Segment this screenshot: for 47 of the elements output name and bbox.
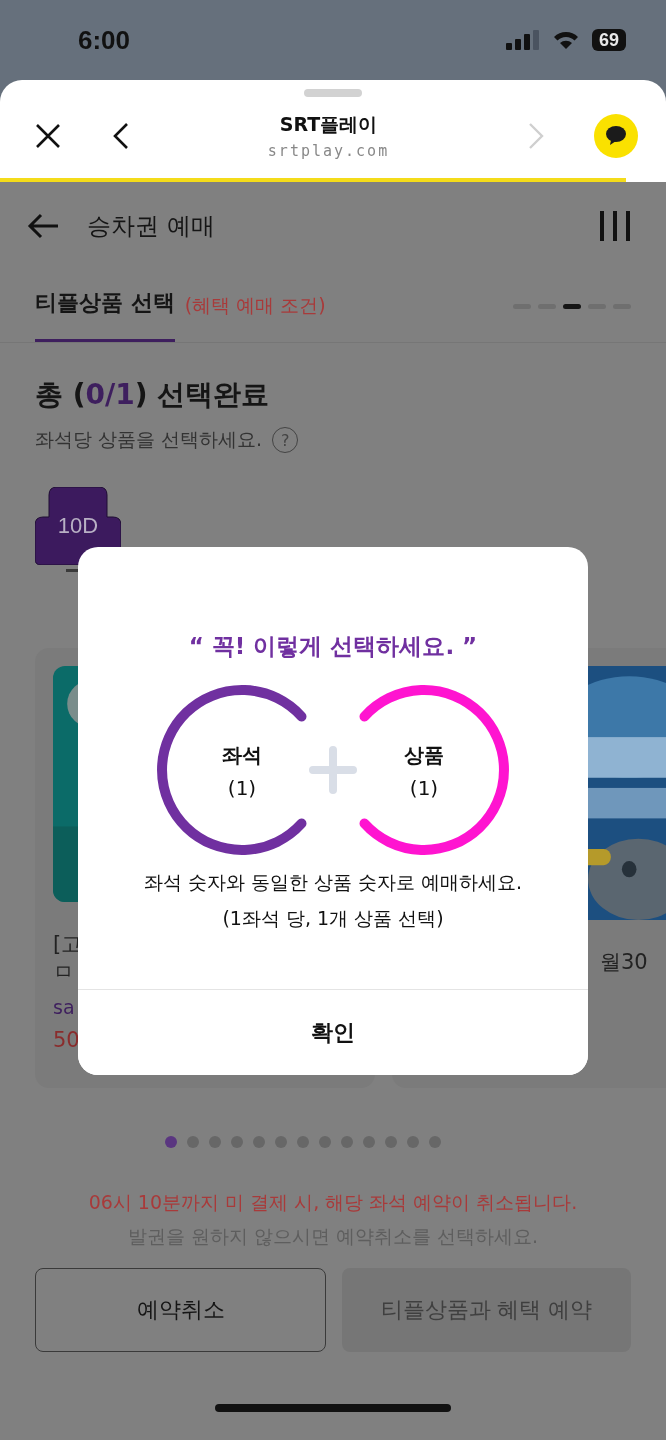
ring-count: (1) xyxy=(227,776,257,800)
selection-hint: 좌석당 상품을 선택하세요. xyxy=(35,427,263,452)
page-dot[interactable] xyxy=(297,1136,309,1148)
selection-summary: 총 (0/1) 선택완료 xyxy=(35,377,271,413)
product-tab[interactable]: 티플상품 선택 xyxy=(35,270,175,342)
screen-title: 승차권 예매 xyxy=(87,211,215,242)
menu-icon[interactable] xyxy=(599,210,631,242)
page-dot[interactable] xyxy=(385,1136,397,1148)
product-title: 월30 xyxy=(600,949,648,976)
page-dot[interactable] xyxy=(275,1136,287,1148)
page-dot[interactable] xyxy=(253,1136,265,1148)
ring-label: 상품 xyxy=(404,743,444,767)
chat-icon[interactable] xyxy=(594,114,638,158)
page-dot[interactable] xyxy=(363,1136,375,1148)
back-arrow-icon[interactable] xyxy=(27,213,59,239)
forward-icon[interactable] xyxy=(528,123,544,149)
page-dot[interactable] xyxy=(319,1136,331,1148)
sheet-grabber[interactable] xyxy=(304,89,362,97)
modal-title: “ 꼭! 이렇게 선택하세요. ” xyxy=(188,632,478,661)
page-dot[interactable] xyxy=(165,1136,177,1148)
home-indicator[interactable] xyxy=(215,1404,451,1412)
cancel-button[interactable]: 예약취소 xyxy=(35,1268,326,1352)
close-icon[interactable] xyxy=(35,123,61,149)
page-dot[interactable] xyxy=(209,1136,221,1148)
plus-icon xyxy=(309,746,357,794)
page-url: srtplay.com xyxy=(267,142,390,160)
page-dot[interactable] xyxy=(341,1136,353,1148)
product-price: 50 xyxy=(53,1028,80,1052)
modal-note: (1좌석 당, 1개 상품 선택) xyxy=(222,906,444,931)
page-dot[interactable] xyxy=(407,1136,419,1148)
page-dot[interactable] xyxy=(187,1136,199,1148)
product-title: [고 xyxy=(53,931,83,958)
ring-count: (1) xyxy=(409,776,439,800)
product-brand: sa xyxy=(53,996,75,1018)
battery-indicator: 69 xyxy=(591,29,626,51)
page-dot[interactable] xyxy=(429,1136,441,1148)
ring-label: 좌석 xyxy=(222,743,262,767)
signal-icon xyxy=(505,30,540,50)
modal-description: 좌석 숫자와 동일한 상품 숫자로 예매하세요. xyxy=(143,870,523,895)
cancel-warning: 06시 10분까지 미 결제 시, 해당 좌석 예약이 취소됩니다. xyxy=(88,1190,578,1215)
back-icon[interactable] xyxy=(113,123,129,149)
page-title: SRT플레이 xyxy=(279,112,378,137)
product-title: ㅁ xyxy=(53,959,74,986)
page-dot[interactable] xyxy=(231,1136,243,1148)
benefit-note: (혜택 예매 조건) xyxy=(184,293,326,318)
confirm-button[interactable]: 확인 xyxy=(78,989,588,1075)
status-time: 6:00 xyxy=(78,24,131,56)
